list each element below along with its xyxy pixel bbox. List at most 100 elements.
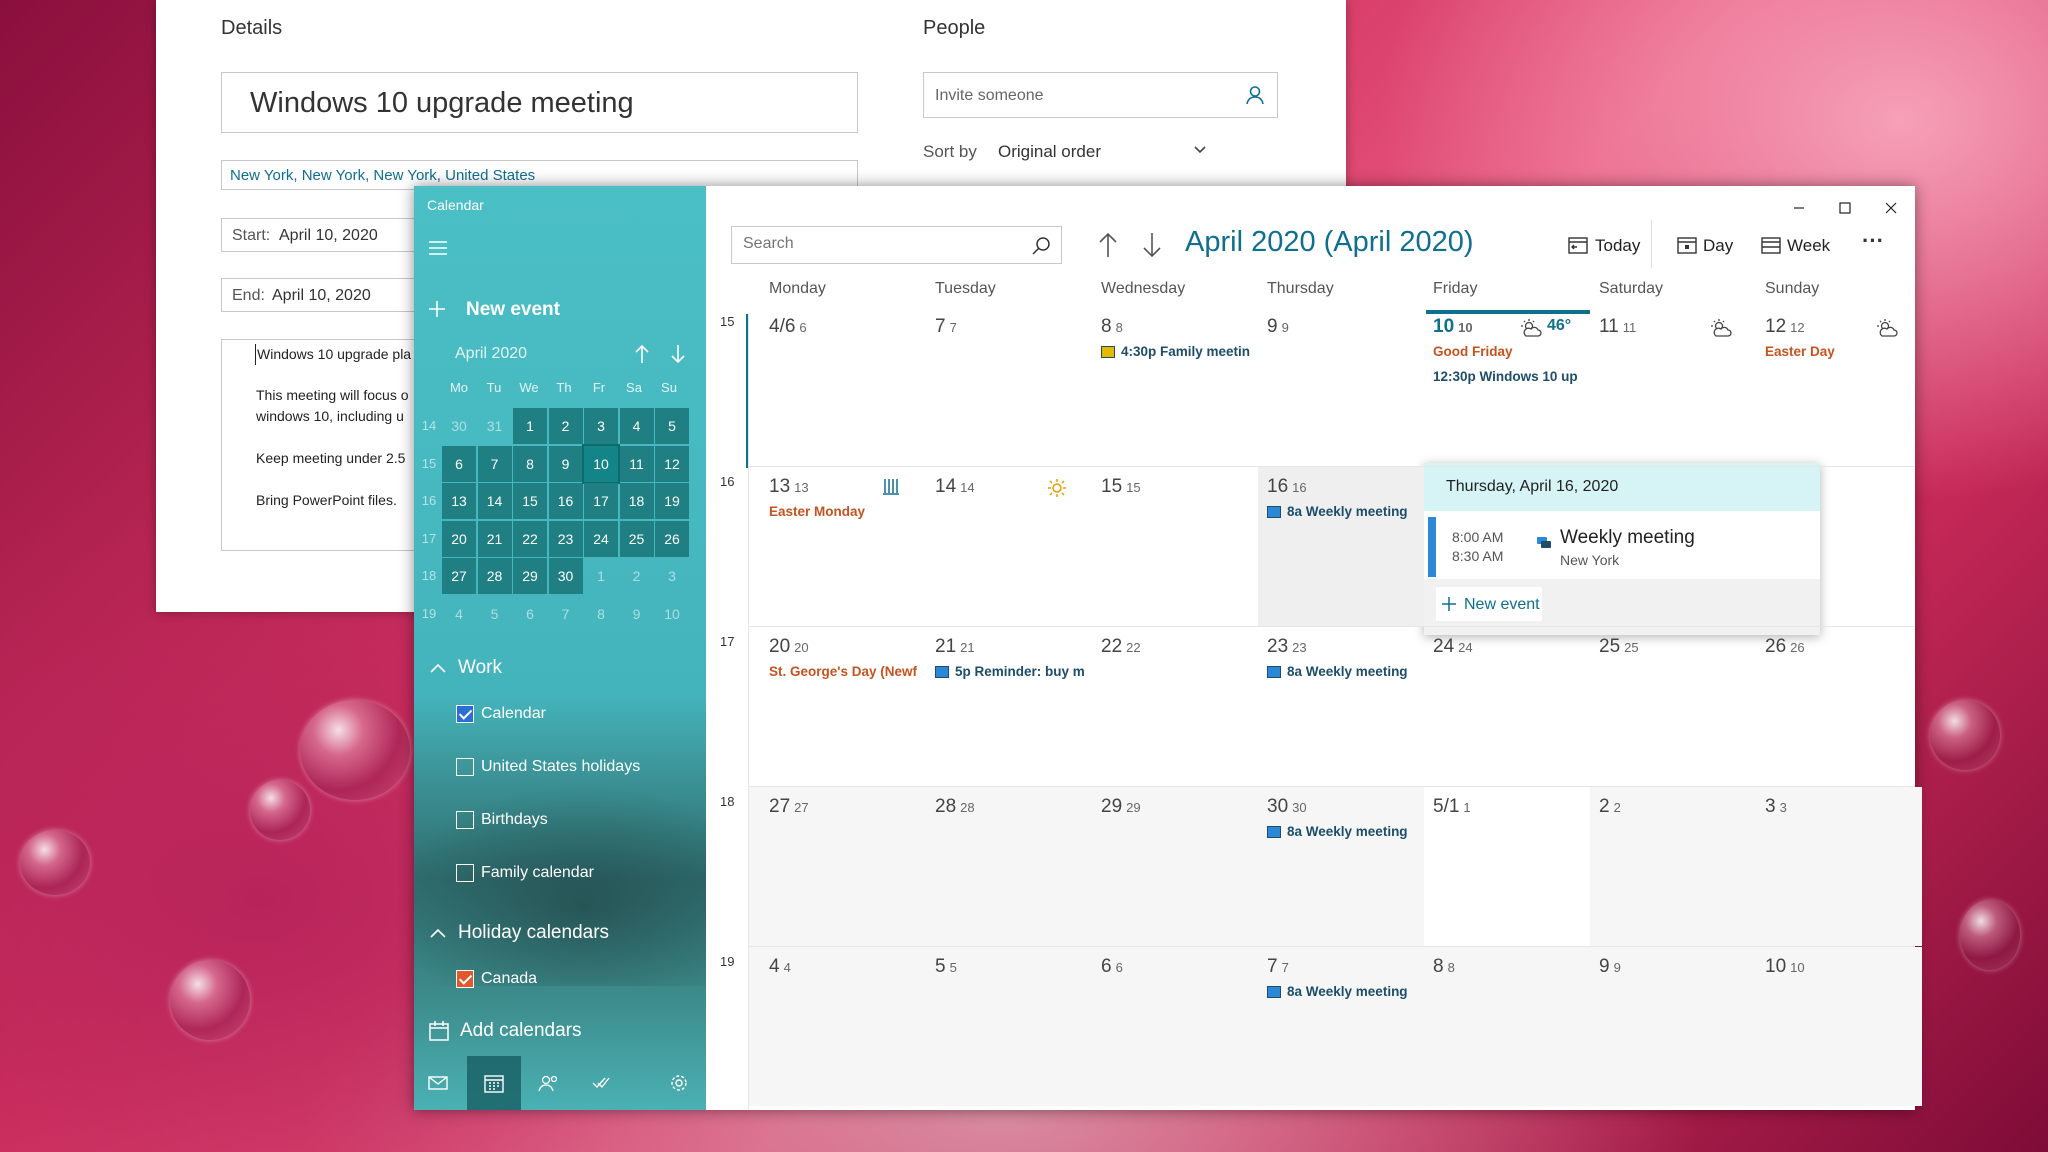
todo-icon[interactable]	[592, 1076, 610, 1090]
people-icon[interactable]	[538, 1074, 560, 1092]
popup-event-item[interactable]: 8:00 AM 8:30 AM Weekly meeting New York	[1424, 511, 1820, 579]
day-cell[interactable]: 22	[1590, 787, 1756, 945]
mini-day-cell[interactable]: 5	[655, 408, 689, 444]
day-cell[interactable]: 21 21 5p Reminder: buy m	[926, 627, 1092, 785]
day-cell[interactable]: 10 10	[1756, 947, 1922, 1105]
calendar-toggle-item[interactable]: Canada	[414, 959, 706, 999]
mini-day-cell[interactable]: 11	[619, 445, 654, 482]
mini-day-cell[interactable]: 4	[619, 408, 654, 444]
day-cell[interactable]: 13 13 Easter Monday	[760, 467, 926, 625]
gear-icon[interactable]	[670, 1074, 688, 1092]
checkbox[interactable]	[456, 970, 474, 988]
mini-day-cell[interactable]: 4	[442, 596, 476, 632]
day-cell[interactable]: 44	[760, 947, 926, 1105]
mini-day-cell[interactable]: 1	[513, 408, 547, 444]
search-input[interactable]	[743, 235, 1003, 253]
mini-day-cell[interactable]: 9	[620, 596, 654, 632]
mini-day-cell[interactable]: 23	[548, 520, 583, 557]
close-icon[interactable]	[1885, 202, 1897, 214]
search-box[interactable]	[731, 226, 1062, 264]
checkbox[interactable]	[456, 811, 474, 829]
day-cell[interactable]: 66	[1092, 947, 1258, 1105]
mini-day-cell[interactable]: 28	[477, 558, 512, 594]
calendar-toggle-item[interactable]: Family calendar	[414, 853, 706, 893]
day-cell[interactable]: 30 30 8a Weekly meeting	[1258, 787, 1424, 945]
checkbox[interactable]	[456, 705, 474, 723]
calendar-toggle-item[interactable]: Birthdays	[414, 800, 706, 840]
mini-day-cell[interactable]: 31	[478, 408, 512, 444]
mini-day-cell[interactable]: 1	[584, 558, 618, 594]
popup-new-event-button[interactable]: New event	[1436, 587, 1542, 621]
day-cell[interactable]: 33	[1756, 787, 1922, 945]
arrow-up-icon[interactable]	[634, 344, 650, 364]
day-cell[interactable]: 24 24	[1424, 627, 1590, 785]
day-cell[interactable]: 88	[1424, 947, 1590, 1105]
arrow-up-icon[interactable]	[1098, 232, 1118, 258]
day-cell[interactable]: 55	[926, 947, 1092, 1105]
mini-calendar-title[interactable]: April 2020	[455, 345, 527, 363]
calendar-app-tab[interactable]	[467, 1056, 521, 1110]
day-cell[interactable]: 26 26	[1756, 627, 1922, 785]
mini-day-cell[interactable]: 14	[477, 483, 512, 519]
mini-day-cell[interactable]: 30	[548, 558, 583, 594]
event-chip[interactable]: 8a Weekly meeting	[1267, 504, 1417, 519]
mini-day-cell[interactable]: 24	[584, 520, 618, 557]
month-title[interactable]: April 2020 (April 2020)	[1185, 226, 1474, 259]
mini-day-cell[interactable]: 27	[442, 558, 476, 594]
person-icon[interactable]	[1245, 85, 1265, 105]
arrow-down-icon[interactable]	[670, 344, 686, 364]
mini-day-cell[interactable]: 15	[513, 483, 547, 519]
mini-day-cell[interactable]: 10	[582, 443, 620, 484]
day-cell[interactable]: 5/1 1	[1424, 787, 1590, 945]
day-cell[interactable]: 77	[926, 307, 1092, 465]
minimize-icon[interactable]	[1793, 202, 1805, 214]
mini-day-cell[interactable]: 10	[655, 596, 689, 632]
search-icon[interactable]	[1031, 236, 1051, 256]
checkbox[interactable]	[456, 864, 474, 882]
group-holiday-toggle[interactable]: Holiday calendars	[414, 917, 706, 951]
day-cell[interactable]: 99	[1590, 947, 1756, 1105]
new-event-button[interactable]: New event	[414, 286, 706, 332]
day-cell[interactable]: 15 15	[1092, 467, 1258, 625]
day-cell[interactable]: 10 10 Good Friday 12:30p Windows 10 up 46°	[1424, 307, 1590, 465]
holiday-label[interactable]: Easter Monday	[769, 504, 919, 519]
mini-day-cell[interactable]: 6	[513, 596, 547, 632]
mini-day-cell[interactable]: 9	[548, 445, 583, 482]
mini-day-cell[interactable]: 16	[548, 483, 583, 519]
title-field[interactable]: Windows 10 upgrade meeting	[221, 72, 858, 133]
checkbox[interactable]	[456, 758, 474, 776]
mini-day-cell[interactable]: 3	[584, 408, 618, 444]
event-chip[interactable]: 5p Reminder: buy m	[935, 664, 1085, 679]
mini-day-cell[interactable]: 7	[549, 596, 583, 632]
day-cell[interactable]: 16 16 8a Weekly meeting	[1258, 467, 1424, 625]
day-cell[interactable]: 8 8 4:30p Family meetin	[1092, 307, 1258, 465]
mini-day-cell[interactable]: 25	[619, 520, 654, 557]
day-cell[interactable]: 23 23 8a Weekly meeting	[1258, 627, 1424, 785]
day-cell[interactable]: 29 29	[1092, 787, 1258, 945]
mini-day-cell[interactable]: 22	[513, 520, 547, 557]
mini-day-cell[interactable]: 13	[442, 483, 476, 519]
holiday-label[interactable]: Good Friday	[1433, 344, 1583, 359]
day-cell[interactable]: 25 25	[1590, 627, 1756, 785]
event-chip[interactable]: 8a Weekly meeting	[1267, 984, 1417, 999]
day-cell[interactable]: 28 28	[926, 787, 1092, 945]
mini-day-cell[interactable]: 5	[478, 596, 512, 632]
mini-day-cell[interactable]: 8	[513, 445, 547, 482]
mini-day-cell[interactable]: 29	[513, 558, 547, 594]
mini-day-cell[interactable]: 3	[655, 558, 689, 594]
group-work-toggle[interactable]: Work	[414, 652, 706, 686]
mini-day-cell[interactable]: 2	[620, 558, 654, 594]
day-cell[interactable]: 27 27	[760, 787, 926, 945]
mini-day-cell[interactable]: 12	[655, 445, 689, 482]
calendar-toggle-item[interactable]: Calendar	[414, 694, 706, 734]
event-chip[interactable]: 8a Weekly meeting	[1267, 824, 1417, 839]
mini-day-cell[interactable]: 6	[442, 445, 476, 482]
mini-day-cell[interactable]: 2	[548, 408, 583, 444]
holiday-label[interactable]: St. George's Day (Newf	[769, 664, 919, 679]
more-options-button[interactable]: ···	[1862, 228, 1884, 254]
sort-dropdown[interactable]: Original order	[992, 140, 1214, 164]
day-cell[interactable]: 20 20 St. George's Day (Newf	[760, 627, 926, 785]
mini-day-cell[interactable]: 30	[442, 408, 476, 444]
maximize-icon[interactable]	[1839, 202, 1851, 214]
mini-day-cell[interactable]: 18	[619, 483, 654, 519]
